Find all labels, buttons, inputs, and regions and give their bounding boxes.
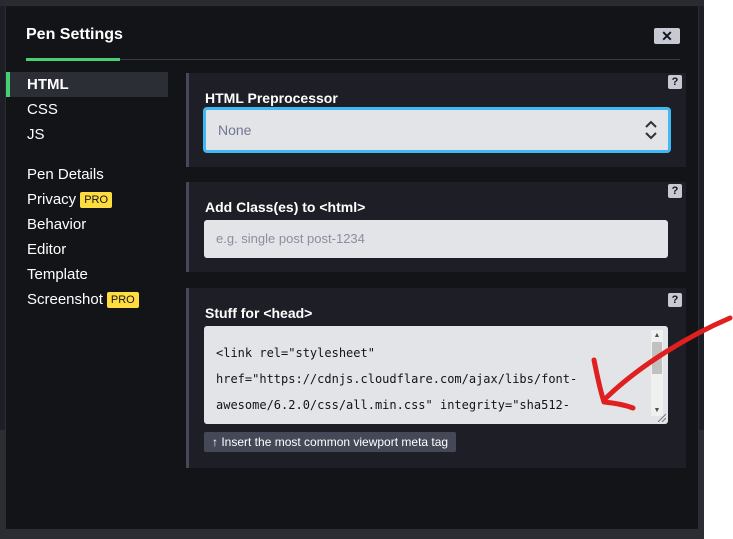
settings-sidebar: HTML CSS JS Pen Details Privacy PRO Beha… <box>6 72 168 312</box>
pen-settings-modal: Pen Settings ✕ HTML CSS JS Pen Details P… <box>5 5 699 530</box>
select-value: None <box>218 122 252 138</box>
textarea-scrollbar[interactable]: ▲ ▼ <box>651 330 663 416</box>
sidebar-item-privacy[interactable]: Privacy PRO <box>6 187 168 212</box>
resize-grip-icon[interactable] <box>656 412 666 422</box>
sidebar-item-label: JS <box>27 126 45 143</box>
html-classes-panel: Add Class(es) to <html> ? e.g. single po… <box>186 182 686 272</box>
modal-header: Pen Settings ✕ <box>26 20 680 61</box>
sidebar-item-behavior[interactable]: Behavior <box>6 212 168 237</box>
sidebar-item-label: Privacy <box>27 191 77 208</box>
insert-viewport-meta-button[interactable]: ↑ Insert the most common viewport meta t… <box>204 432 457 452</box>
chevron-up-down-icon <box>645 120 657 140</box>
sidebar-item-editor[interactable]: Editor <box>6 237 168 262</box>
title-underline <box>26 58 120 61</box>
code-line: <link rel="stylesheet" <box>216 346 375 360</box>
sidebar-item-label: Behavior <box>27 216 87 233</box>
sidebar-item-pen-details[interactable]: Pen Details <box>6 162 168 187</box>
code-line: href="https://cdnjs.cloudflare.com/ajax/… <box>216 372 578 386</box>
close-button[interactable]: ✕ <box>654 28 680 44</box>
sidebar-item-js[interactable]: JS <box>6 122 168 147</box>
question-icon[interactable]: ? <box>668 184 682 198</box>
html-preprocessor-label: HTML Preprocessor <box>205 90 338 106</box>
html-classes-input[interactable]: e.g. single post post-1234 <box>204 220 668 258</box>
sidebar-item-html[interactable]: HTML <box>6 72 168 97</box>
screenshot-margin <box>704 0 733 539</box>
sidebar-item-label: Editor <box>27 241 67 258</box>
sidebar-item-label: CSS <box>27 101 58 118</box>
sidebar-item-template[interactable]: Template <box>6 262 168 287</box>
head-stuff-panel: Stuff for <head> ? <link rel="stylesheet… <box>186 288 686 468</box>
sidebar-item-label: Pen Details <box>27 166 104 183</box>
question-icon[interactable]: ? <box>668 75 682 89</box>
pro-badge: PRO <box>80 191 113 208</box>
question-icon[interactable]: ? <box>668 293 682 307</box>
sidebar-item-label: Screenshot <box>27 291 103 308</box>
sidebar-item-screenshot[interactable]: Screenshot PRO <box>6 287 168 312</box>
head-stuff-label: Stuff for <head> <box>205 305 313 321</box>
scroll-up-arrow-icon[interactable]: ▲ <box>651 330 663 341</box>
sidebar-item-label: HTML <box>27 76 69 93</box>
code-lines: <link rel="stylesheet" href="https://cdn… <box>204 326 668 418</box>
html-preprocessor-select[interactable]: None <box>203 107 671 153</box>
head-stuff-textarea[interactable]: <link rel="stylesheet" href="https://cdn… <box>204 326 668 424</box>
sidebar-item-css[interactable]: CSS <box>6 97 168 122</box>
close-icon: ✕ <box>661 28 673 44</box>
html-classes-label: Add Class(es) to <html> <box>205 199 366 215</box>
sidebar-item-label: Template <box>27 266 88 283</box>
header-rule <box>120 59 680 60</box>
code-line: awesome/6.2.0/css/all.min.css" integrity… <box>216 398 571 412</box>
input-placeholder: e.g. single post post-1234 <box>216 231 365 246</box>
pro-badge: PRO <box>106 291 139 308</box>
modal-title: Pen Settings <box>26 26 123 43</box>
scroll-thumb[interactable] <box>652 342 662 374</box>
html-preprocessor-panel: HTML Preprocessor ? None <box>186 73 686 167</box>
